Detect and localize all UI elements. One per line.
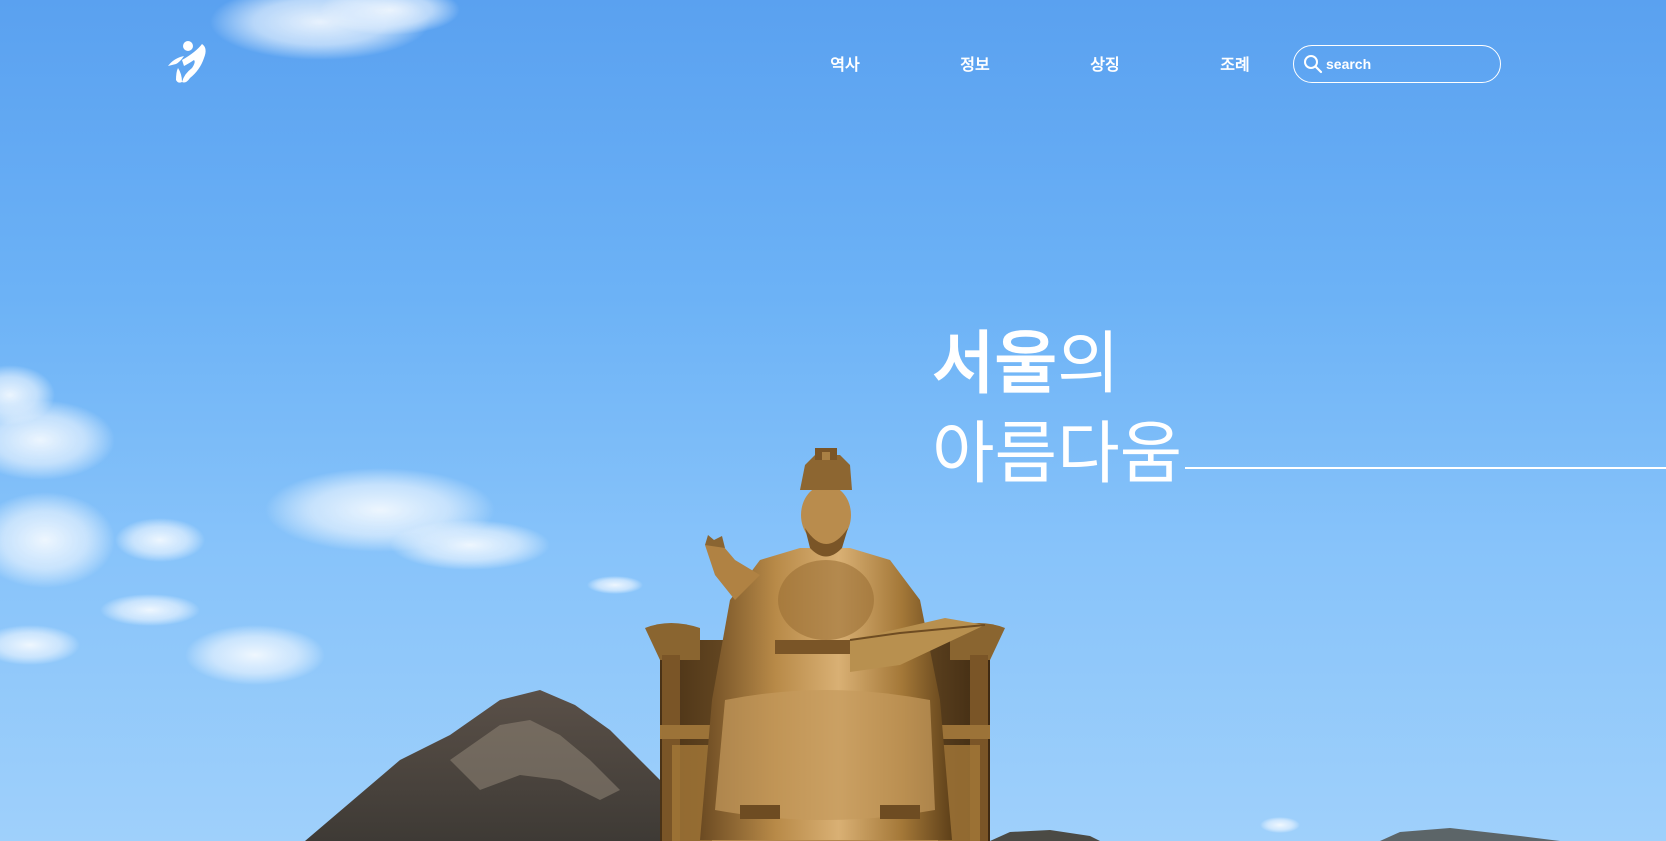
search-box[interactable] xyxy=(1293,45,1501,83)
hero-section: 역사 정보 상징 조례 서울의 아름다움 xyxy=(0,0,1666,841)
headline-line-2: 아름다움 xyxy=(932,415,1183,494)
statue xyxy=(645,448,1005,841)
hero-background-image xyxy=(0,0,1560,841)
headline-bold-text: 서울 xyxy=(932,325,1058,404)
headline-suffix-text: 의 xyxy=(1057,325,1120,404)
main-nav: 역사 정보 상징 조례 xyxy=(780,50,1300,80)
nav-item-symbols[interactable]: 상징 xyxy=(1040,50,1170,80)
search-input[interactable] xyxy=(1326,56,1486,72)
nav-item-ordinances[interactable]: 조례 xyxy=(1170,50,1300,80)
nav-item-info[interactable]: 정보 xyxy=(910,50,1040,80)
headline-divider xyxy=(1185,467,1666,469)
search-icon[interactable] xyxy=(1302,53,1324,75)
dancing-figure-logo-icon[interactable] xyxy=(166,40,208,86)
headline-line-1: 서울의 xyxy=(932,320,1182,410)
hero-headline: 서울의 아름다움 xyxy=(932,320,1182,500)
nav-item-history[interactable]: 역사 xyxy=(780,50,910,80)
